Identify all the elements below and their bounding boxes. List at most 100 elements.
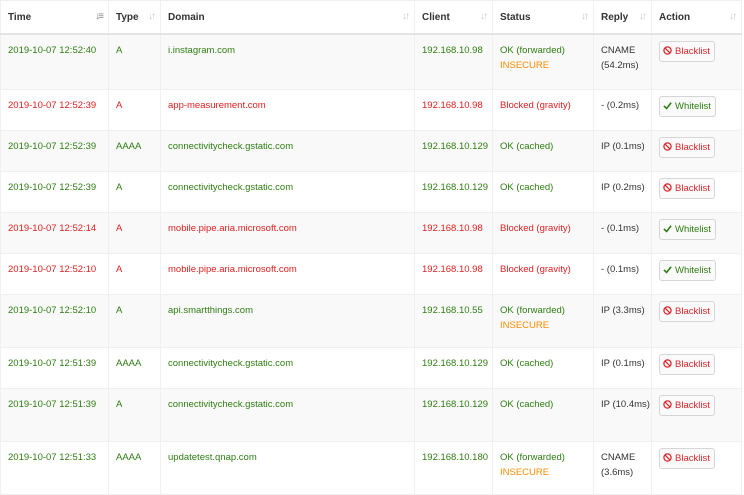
check-icon (663, 101, 672, 110)
blacklist-button[interactable]: Blacklist (659, 301, 715, 322)
reply-value: - (0.1ms) (601, 223, 639, 234)
client-cell: 192.168.10.180 (414, 441, 493, 495)
reply-value: - (0.1ms) (601, 264, 639, 275)
reply-value: IP (3.3ms) (601, 305, 645, 316)
column-header-label: Status (500, 11, 531, 23)
time-cell: 2019-10-07 12:52:14 (0, 212, 109, 254)
domain-cell: updatetest.qnap.com (160, 441, 415, 495)
domain-value: mobile.pipe.aria.microsoft.com (168, 264, 297, 275)
reply-cell: - (0.1ms) (593, 253, 652, 295)
domain-value: connectivitycheck.gstatic.com (168, 182, 294, 193)
whitelist-button[interactable]: Whitelist (659, 96, 716, 117)
type-cell: A (108, 294, 161, 348)
time-value: 2019-10-07 12:51:39 (8, 399, 97, 410)
time-value: 2019-10-07 12:51:33 (8, 452, 97, 463)
client-cell: 192.168.10.129 (414, 388, 493, 442)
type-cell: A (108, 33, 161, 90)
time-cell: 2019-10-07 12:52:39 (0, 130, 109, 172)
status-value: OK (cached) (500, 182, 554, 193)
time-cell: 2019-10-07 12:51:39 (0, 347, 109, 389)
client-cell: 192.168.10.98 (414, 33, 493, 90)
sort-icon[interactable]: ↓↑ (148, 11, 156, 22)
client-cell: 192.168.10.129 (414, 171, 493, 213)
ban-icon (663, 400, 672, 409)
type-value: A (116, 264, 123, 275)
column-header-label: Client (422, 11, 450, 23)
domain-cell: mobile.pipe.aria.microsoft.com (160, 253, 415, 295)
reply-value: - (0.2ms) (601, 100, 639, 111)
sort-icon[interactable]: ↓↑ (729, 11, 737, 22)
reply-cell: IP (0.1ms) (593, 130, 652, 172)
type-cell: A (108, 89, 161, 131)
sort-desc-icon[interactable]: ↓≡ (95, 11, 104, 22)
domain-cell: api.smartthings.com (160, 294, 415, 348)
action-label: Blacklist (675, 359, 710, 370)
table-row: 2019-10-07 12:52:39 Aconnectivitycheck.gs… (0, 171, 742, 213)
column-header-action[interactable]: Action ↓↑ (651, 0, 742, 35)
sort-icon[interactable]: ↓↑ (581, 11, 589, 22)
client-value: 192.168.10.129 (422, 358, 489, 369)
whitelist-button[interactable]: Whitelist (659, 260, 716, 281)
time-cell: 2019-10-07 12:51:33 (0, 441, 109, 495)
action-cell: Whitelist (651, 253, 742, 295)
column-header-domain[interactable]: Domain ↓↑ (160, 0, 415, 35)
blacklist-button[interactable]: Blacklist (659, 41, 715, 62)
action-label: Blacklist (675, 183, 710, 194)
status-cell: OK (forwarded) INSECURE (492, 33, 594, 90)
dnssec-badge: INSECURE (500, 320, 550, 331)
column-header-label: Domain (168, 11, 205, 23)
status-value: OK (cached) (500, 358, 554, 369)
sort-icon[interactable]: ↓↑ (480, 11, 488, 22)
client-value: 192.168.10.129 (422, 182, 489, 193)
action-cell: Blacklist (651, 130, 742, 172)
client-cell: 192.168.10.98 (414, 89, 493, 131)
action-label: Whitelist (675, 265, 711, 276)
action-cell: Blacklist (651, 171, 742, 213)
domain-value: connectivitycheck.gstatic.com (168, 399, 294, 410)
type-value: A (116, 399, 123, 410)
status-cell: OK (cached) (492, 130, 594, 172)
blacklist-button[interactable]: Blacklist (659, 395, 715, 416)
type-value: A (116, 45, 123, 56)
client-value: 192.168.10.98 (422, 223, 483, 234)
time-value: 2019-10-07 12:52:40 (8, 45, 97, 56)
table-row: 2019-10-07 12:52:10 Aapi.smartthings.com 1… (0, 294, 742, 348)
table-row: 2019-10-07 12:52:39 Aapp-measurement.com 1… (0, 89, 742, 131)
column-header-client[interactable]: Client ↓↑ (414, 0, 493, 35)
status-cell: Blocked (gravity) (492, 212, 594, 254)
dnssec-badge: INSECURE (500, 467, 550, 478)
reply-cell: IP (0.1ms) (593, 347, 652, 389)
client-value: 192.168.10.98 (422, 45, 483, 56)
action-label: Blacklist (675, 306, 710, 317)
type-value: AAAA (116, 141, 142, 152)
dnssec-badge: INSECURE (500, 60, 550, 71)
domain-cell: connectivitycheck.gstatic.com (160, 171, 415, 213)
client-value: 192.168.10.129 (422, 399, 489, 410)
blacklist-button[interactable]: Blacklist (659, 137, 715, 158)
type-cell: A (108, 171, 161, 213)
action-label: Whitelist (675, 224, 711, 235)
client-cell: 192.168.10.98 (414, 253, 493, 295)
column-header-status[interactable]: Status ↓↑ (492, 0, 594, 35)
sort-icon[interactable]: ↓↑ (639, 11, 647, 22)
time-value: 2019-10-07 12:52:39 (8, 182, 97, 193)
whitelist-button[interactable]: Whitelist (659, 219, 716, 240)
blacklist-button[interactable]: Blacklist (659, 448, 715, 469)
blacklist-button[interactable]: Blacklist (659, 178, 715, 199)
status-cell: OK (cached) (492, 347, 594, 389)
client-value: 192.168.10.129 (422, 141, 489, 152)
column-header-type[interactable]: Type ↓↑ (108, 0, 161, 35)
ban-icon (663, 142, 672, 151)
sort-icon[interactable]: ↓↑ (402, 11, 410, 22)
domain-cell: connectivitycheck.gstatic.com (160, 347, 415, 389)
reply-value: IP (10.4ms) (601, 399, 650, 410)
column-header-reply[interactable]: Reply ↓↑ (593, 0, 652, 35)
domain-value: app-measurement.com (168, 100, 266, 111)
domain-cell: mobile.pipe.aria.microsoft.com (160, 212, 415, 254)
status-cell: OK (cached) (492, 388, 594, 442)
blacklist-button[interactable]: Blacklist (659, 354, 715, 375)
status-value: Blocked (gravity) (500, 264, 571, 275)
column-header-time[interactable]: Time ↓≡ (0, 0, 109, 35)
status-cell: OK (forwarded) INSECURE (492, 294, 594, 348)
status-value: OK (cached) (500, 399, 554, 410)
